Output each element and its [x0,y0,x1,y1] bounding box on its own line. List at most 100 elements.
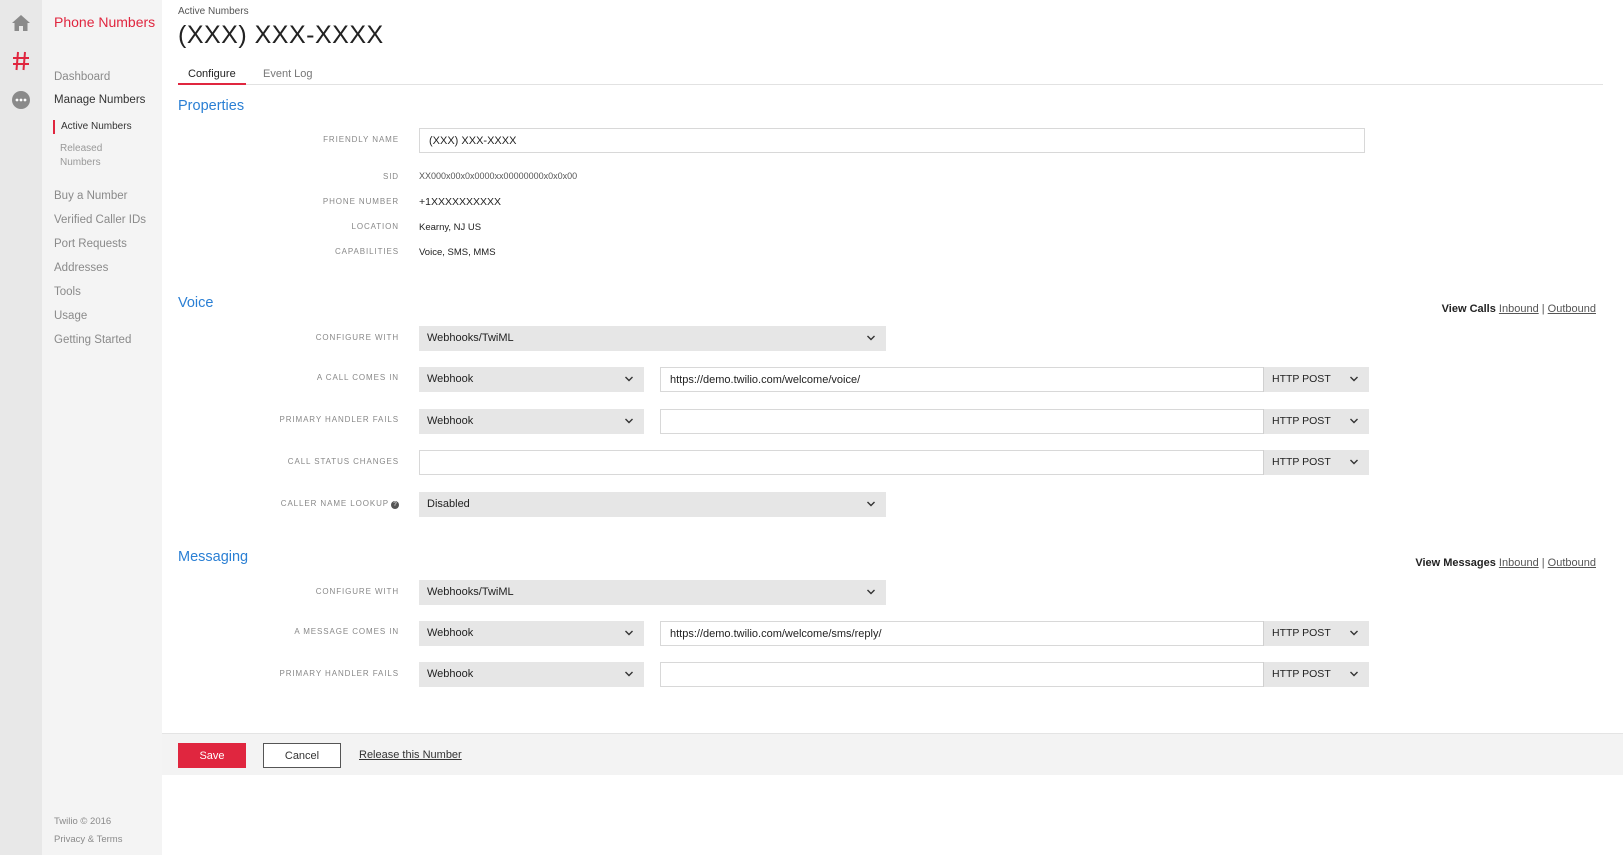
chevron-down-icon [1350,376,1358,382]
voice-primary-fails-type-select[interactable]: Webhook [419,409,644,434]
sidebar-title: Phone Numbers [54,14,156,30]
home-icon[interactable] [8,10,34,36]
capabilities-value: Voice, SMS, MMS [419,247,496,258]
phone-number-value: +1XXXXXXXXXX [419,196,502,208]
tab-configure[interactable]: Configure [178,66,246,85]
messaging-primary-fails-type-select[interactable]: Webhook [419,662,644,687]
caller-name-lookup-label-text: Caller Name Lookup [280,499,389,508]
chevron-down-icon [625,671,633,677]
hash-icon[interactable] [8,48,34,74]
view-messages-separator: | [1541,557,1545,569]
message-comes-in-method-select[interactable]: HTTP POST [1263,621,1369,646]
voice-primary-fails-url-input[interactable] [660,409,1264,434]
chevron-down-icon [1350,418,1358,424]
chevron-down-icon [867,589,875,595]
voice-configure-with-select[interactable]: Webhooks/TwiML [419,326,886,351]
message-comes-in-label: A Message Comes In [294,627,399,636]
sidebar-item-released-numbers[interactable]: Released Numbers [53,142,123,170]
view-calls-outbound-link[interactable]: Outbound [1548,303,1596,315]
page-title: (XXX) XXX-XXXX [178,21,384,49]
caller-name-lookup-select[interactable]: Disabled [419,492,886,517]
cancel-button[interactable]: Cancel [263,743,341,768]
sid-label: SID [382,172,399,181]
phone-number-label: Phone Number [322,197,399,206]
sidebar-item-usage[interactable]: Usage [54,310,87,322]
messaging-configure-with-select[interactable]: Webhooks/TwiML [419,580,886,605]
chevron-down-icon [625,376,633,382]
tab-event-log[interactable]: Event Log [253,66,323,85]
messaging-primary-fails-label: Primary Handler Fails [279,669,399,678]
copyright-text: Twilio © 2016 [54,816,112,827]
voice-primary-fails-label: Primary Handler Fails [279,415,399,424]
call-status-changes-method-value: HTTP POST [1272,456,1331,468]
call-comes-in-method-select[interactable]: HTTP POST [1263,367,1369,392]
save-button[interactable]: Save [178,743,246,768]
sidebar-item-active-numbers[interactable]: Active Numbers [53,120,143,134]
call-comes-in-type-select[interactable]: Webhook [419,367,644,392]
chevron-down-icon [1350,671,1358,677]
sid-value: XX000x00x0x0000xx00000000x0x0x00 [419,171,578,181]
capabilities-label: Capabilities [334,247,399,256]
call-comes-in-method-value: HTTP POST [1272,373,1331,385]
friendly-name-label: Friendly Name [323,135,399,144]
view-calls-links: View Calls Inbound | Outbound [1442,303,1596,315]
location-label: Location [351,222,399,231]
view-messages-outbound-link[interactable]: Outbound [1548,557,1596,569]
icon-rail [0,0,42,855]
sidebar-item-buy-number[interactable]: Buy a Number [54,190,128,202]
chevron-down-icon [1350,459,1358,465]
view-calls-inbound-link[interactable]: Inbound [1499,303,1539,315]
chevron-down-icon [867,501,875,507]
message-comes-in-method-value: HTTP POST [1272,627,1331,639]
chevron-down-icon [1350,630,1358,636]
call-comes-in-type-value: Webhook [427,373,474,385]
sidebar-item-dashboard[interactable]: Dashboard [54,71,110,83]
properties-section-title: Properties [178,98,245,114]
chevron-down-icon [625,630,633,636]
view-messages-inbound-link[interactable]: Inbound [1499,557,1539,569]
sidebar-item-port-requests[interactable]: Port Requests [54,238,127,250]
messaging-primary-fails-type-value: Webhook [427,668,474,680]
tab-bar: Configure Event Log [178,66,1603,85]
message-comes-in-url-input[interactable]: https://demo.twilio.com/welcome/sms/repl… [660,621,1264,646]
friendly-name-input[interactable]: (XXX) XXX-XXXX [419,128,1365,153]
messaging-section-title: Messaging [178,549,249,565]
more-icon[interactable] [8,87,34,113]
main-content: Active Numbers (XXX) XXX-XXXX Configure … [162,0,1623,855]
sidebar-item-getting-started[interactable]: Getting Started [54,334,131,346]
voice-primary-fails-method-select[interactable]: HTTP POST [1263,409,1369,434]
messaging-configure-with-value: Webhooks/TwiML [427,586,514,598]
sidebar-item-manage-numbers[interactable]: Manage Numbers [54,94,145,106]
chevron-down-icon [867,335,875,341]
sidebar-item-tools[interactable]: Tools [54,286,81,298]
messaging-primary-fails-method-select[interactable]: HTTP POST [1263,662,1369,687]
location-value: Kearny, NJ US [419,222,482,233]
view-calls-label: View Calls [1441,303,1496,315]
privacy-terms-link[interactable]: Privacy & Terms [54,834,122,845]
view-calls-separator: | [1541,303,1545,315]
voice-configure-with-value: Webhooks/TwiML [427,332,514,344]
sidebar-item-verified-caller-ids[interactable]: Verified Caller IDs [54,214,146,226]
call-status-changes-label: Call Status Changes [287,457,399,466]
message-comes-in-type-value: Webhook [427,627,474,639]
call-status-changes-url-input[interactable] [419,450,1264,475]
messaging-configure-with-label: Configure With [315,587,399,596]
sidebar-item-addresses[interactable]: Addresses [54,262,108,274]
chevron-down-icon [625,418,633,424]
release-number-link[interactable]: Release this Number [359,749,462,761]
breadcrumb[interactable]: Active Numbers [178,6,249,17]
call-comes-in-url-input[interactable]: https://demo.twilio.com/welcome/voice/ [660,367,1264,392]
caller-name-lookup-label: Caller Name Lookup? [162,499,399,509]
call-status-changes-method-select[interactable]: HTTP POST [1263,450,1369,475]
voice-configure-with-label: Configure With [315,333,399,342]
help-icon[interactable]: ? [391,501,399,509]
view-messages-links: View Messages Inbound | Outbound [1415,557,1596,569]
voice-primary-fails-method-value: HTTP POST [1272,415,1331,427]
caller-name-lookup-value: Disabled [427,498,470,510]
voice-section-title: Voice [178,295,214,311]
messaging-primary-fails-method-value: HTTP POST [1272,668,1331,680]
message-comes-in-type-select[interactable]: Webhook [419,621,644,646]
sidebar: Phone Numbers Dashboard Manage Numbers A… [42,0,162,855]
action-bar: Save Cancel Release this Number [162,733,1623,775]
messaging-primary-fails-url-input[interactable] [660,662,1264,687]
